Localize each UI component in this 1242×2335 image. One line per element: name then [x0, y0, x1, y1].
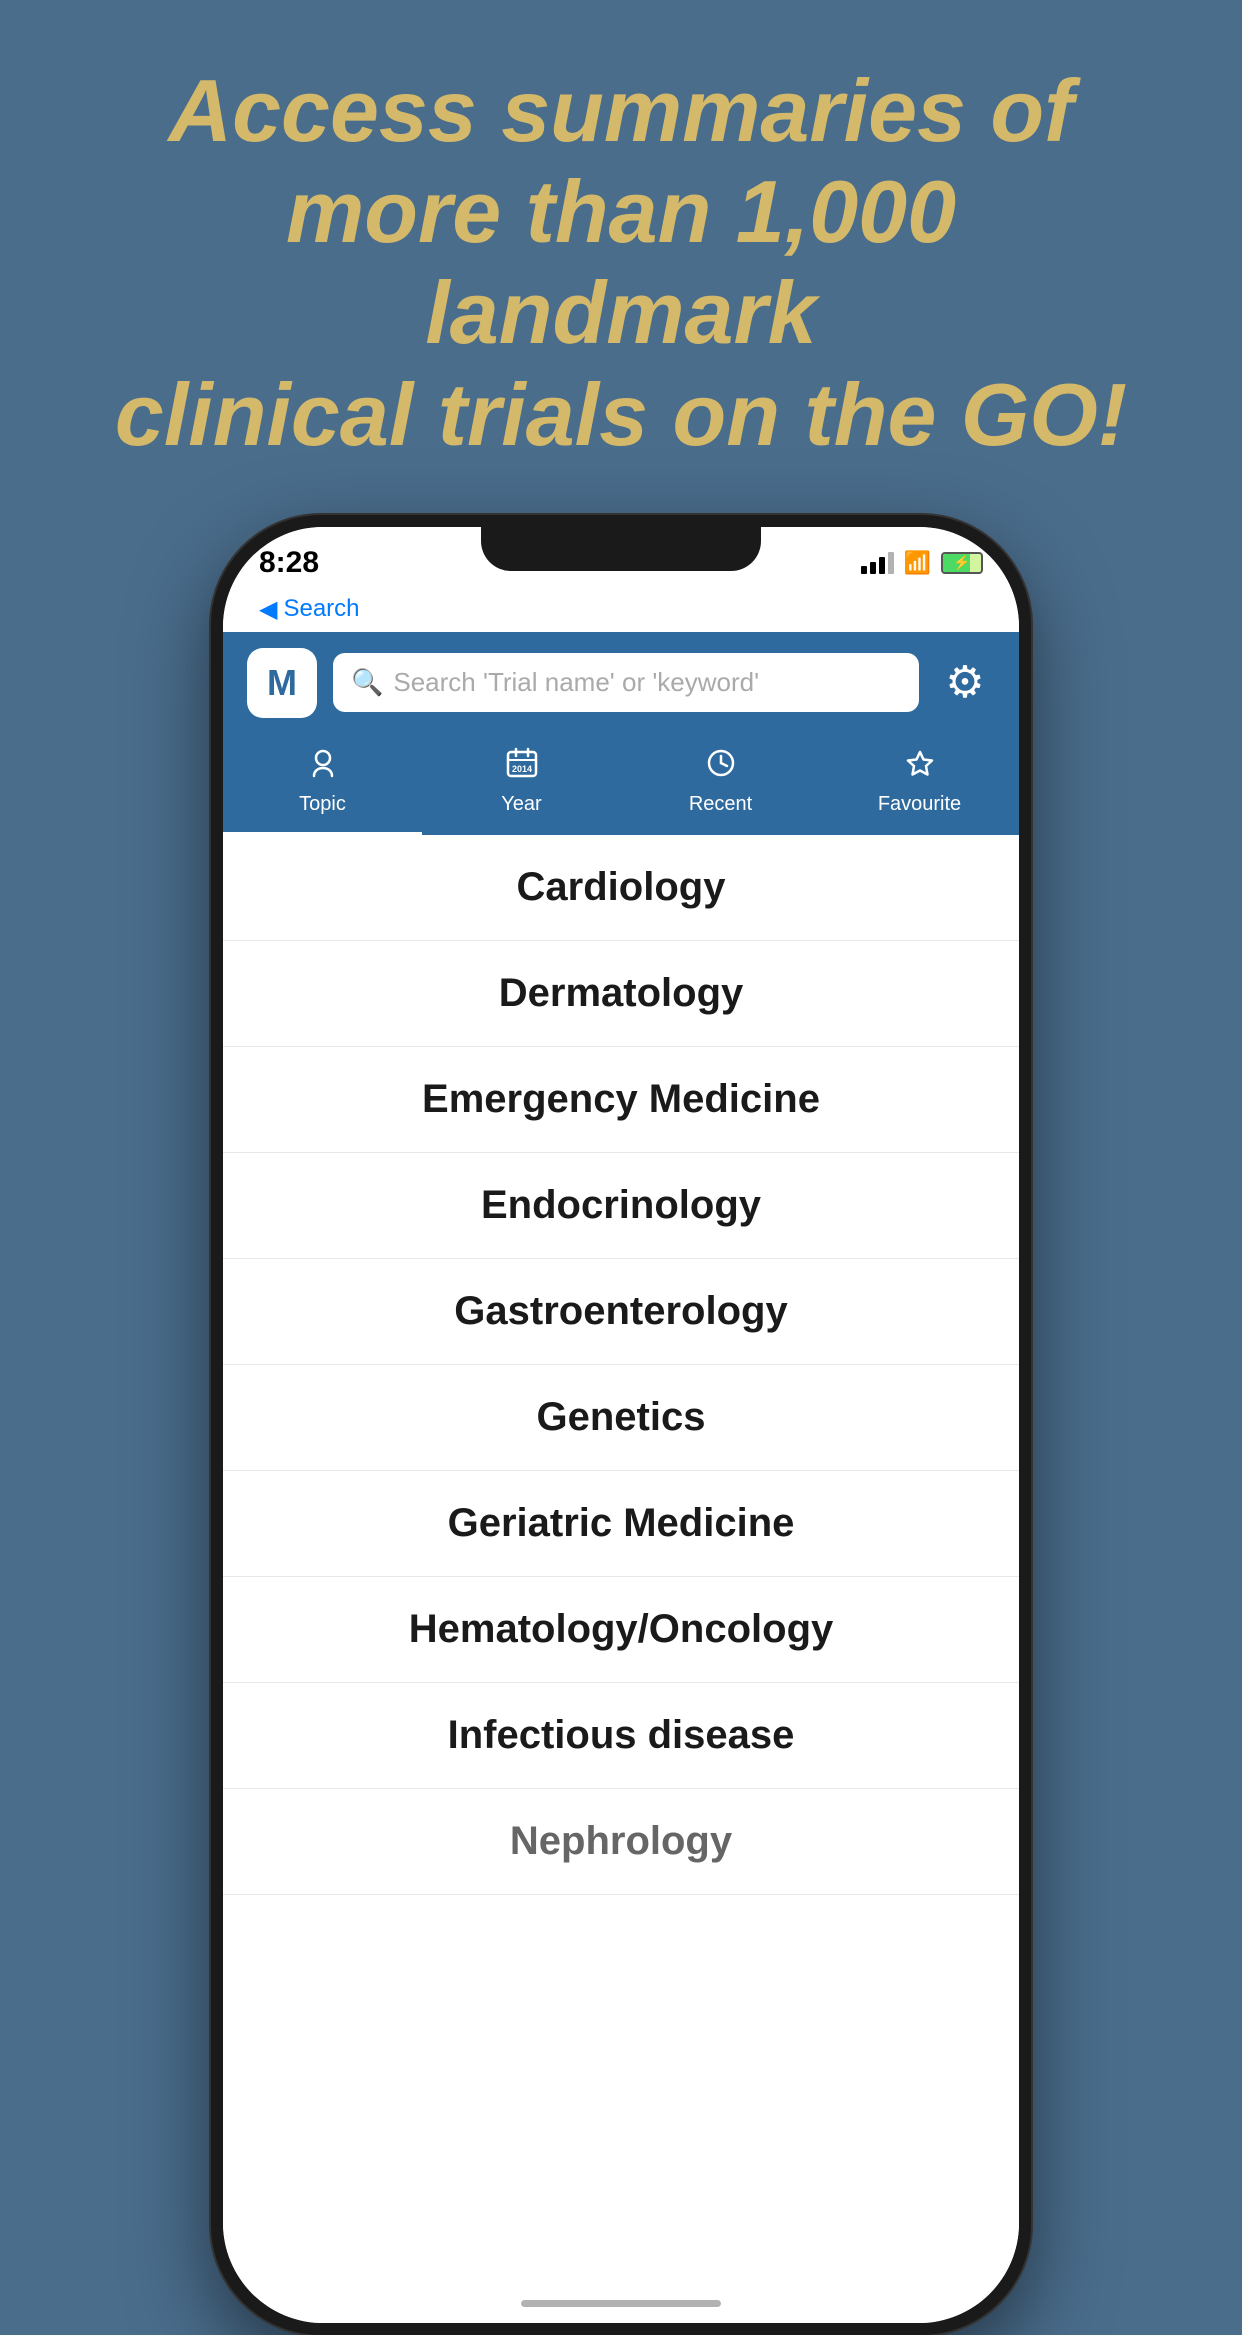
list-item[interactable]: Genetics	[223, 1365, 1019, 1471]
tab-topic[interactable]: Topic	[223, 734, 422, 835]
search-bar[interactable]: 🔍 Search 'Trial name' or 'keyword'	[333, 653, 919, 712]
topic-name: Geriatric Medicine	[448, 1501, 795, 1546]
phone-mockup: 8:28 📶 ⚡	[0, 515, 1242, 2335]
home-indicator	[521, 2300, 721, 2307]
tab-favourite-label: Favourite	[878, 793, 961, 816]
list-item[interactable]: Hematology/Oncology	[223, 1577, 1019, 1683]
tab-favourite[interactable]: Favourite	[820, 734, 1019, 835]
tab-year[interactable]: 2014 Year	[422, 734, 621, 835]
back-navigation[interactable]: ◀ Search	[223, 591, 1019, 632]
signal-icon	[861, 552, 894, 574]
tab-recent-label: Recent	[689, 793, 752, 816]
list-item[interactable]: Dermatology	[223, 941, 1019, 1047]
battery-icon: ⚡	[941, 552, 983, 574]
list-item[interactable]: Geriatric Medicine	[223, 1471, 1019, 1577]
headline-text: Access summaries of more than 1,000 land…	[0, 0, 1242, 505]
list-item[interactable]: Endocrinology	[223, 1153, 1019, 1259]
topic-name: Hematology/Oncology	[409, 1607, 834, 1652]
tab-bar: Topic 2014 Year	[223, 734, 1019, 835]
list-item[interactable]: Cardiology	[223, 835, 1019, 941]
favourite-icon	[903, 746, 937, 789]
search-icon: 🔍	[351, 667, 383, 698]
gear-icon: ⚙	[945, 657, 984, 708]
topic-name: Genetics	[537, 1395, 706, 1440]
recent-icon	[704, 746, 738, 789]
notch	[481, 527, 761, 571]
back-arrow-icon: ◀	[259, 595, 277, 624]
topic-name: Endocrinology	[481, 1183, 761, 1228]
settings-button[interactable]: ⚙	[935, 653, 995, 713]
tab-year-label: Year	[501, 793, 541, 816]
year-icon: 2014	[505, 746, 539, 789]
topic-name: Cardiology	[517, 865, 726, 910]
list-item[interactable]: Infectious disease	[223, 1683, 1019, 1789]
svg-text:2014: 2014	[511, 764, 531, 774]
topics-list: Cardiology Dermatology Emergency Medicin…	[223, 835, 1019, 2323]
topic-name: Dermatology	[499, 971, 744, 1016]
search-input-placeholder: Search 'Trial name' or 'keyword'	[393, 667, 759, 698]
app-logo: M	[247, 648, 317, 718]
list-item[interactable]: Nephrology	[223, 1789, 1019, 1895]
phone-screen: 8:28 📶 ⚡	[223, 527, 1019, 2323]
status-icons: 📶 ⚡	[861, 550, 983, 576]
app-header: M 🔍 Search 'Trial name' or 'keyword' ⚙	[223, 632, 1019, 734]
topic-name: Nephrology	[510, 1819, 732, 1864]
topic-name: Emergency Medicine	[422, 1077, 820, 1122]
list-item[interactable]: Gastroenterology	[223, 1259, 1019, 1365]
tab-recent[interactable]: Recent	[621, 734, 820, 835]
topic-name: Infectious disease	[448, 1713, 795, 1758]
status-time: 8:28	[259, 546, 319, 580]
phone-frame: 8:28 📶 ⚡	[211, 515, 1031, 2335]
list-item[interactable]: Emergency Medicine	[223, 1047, 1019, 1153]
back-label: Search	[283, 595, 359, 623]
topic-icon	[306, 746, 340, 789]
tab-topic-label: Topic	[299, 793, 346, 816]
wifi-icon: 📶	[904, 550, 931, 576]
topic-name: Gastroenterology	[454, 1289, 787, 1334]
